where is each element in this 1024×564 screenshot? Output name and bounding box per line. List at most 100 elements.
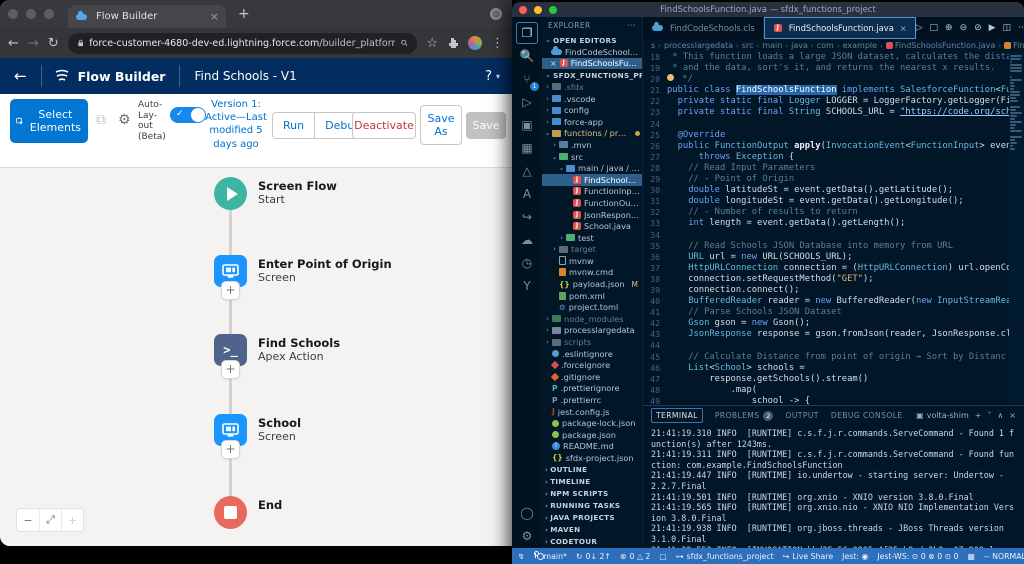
breadcrumb-item[interactable]: com <box>817 41 834 50</box>
tree-item[interactable]: ⌄functions / proc... <box>542 128 642 140</box>
terminal-dropdown-icon[interactable]: ˅ <box>987 411 991 420</box>
jest-icon[interactable]: Y <box>516 275 538 297</box>
breadcrumb-item[interactable]: src <box>742 41 754 50</box>
step-over-icon[interactable]: ⊕ <box>945 23 953 33</box>
new-terminal-icon[interactable]: + <box>975 411 982 420</box>
select-elements-button[interactable]: Select Elements <box>10 99 88 143</box>
close-window-button[interactable] <box>8 9 18 19</box>
run-icon[interactable]: ▷ <box>916 23 923 33</box>
resume-icon[interactable]: ▶ <box>989 23 996 33</box>
panel-tab-output[interactable]: OUTPUT <box>785 411 818 420</box>
explorer-icon[interactable]: ❐ <box>516 22 538 44</box>
back-icon[interactable]: ← <box>8 36 19 51</box>
tree-item[interactable]: {}payload.jsonM <box>542 278 642 290</box>
breadcrumb-item[interactable]: main <box>762 41 782 50</box>
problems-item[interactable]: ⊗0 △ 2 <box>620 552 650 561</box>
vscode-titlebar[interactable]: FindSchoolsFunction.java — sfdx_function… <box>512 2 1024 17</box>
tree-item[interactable]: .forceignore <box>542 359 642 371</box>
minimize-window-button[interactable] <box>26 9 36 19</box>
tree-item[interactable]: ›.vscode <box>542 93 642 105</box>
tab-close-icon[interactable]: × <box>210 10 219 23</box>
help-icon[interactable]: ? <box>485 69 496 84</box>
tree-item[interactable]: JSchool.java <box>542 220 642 232</box>
tree-item[interactable]: ›node_modules <box>542 313 642 325</box>
close-editor-icon[interactable]: × <box>550 59 557 68</box>
remote-explorer-icon[interactable]: ▣ <box>516 114 538 136</box>
add-element-button[interactable]: + <box>221 360 240 379</box>
live-share-item[interactable]: ↪Live Share <box>783 552 833 561</box>
tree-item[interactable]: ›scripts <box>542 336 642 348</box>
tree-item[interactable]: .gitignore <box>542 371 642 383</box>
close-panel-icon[interactable]: × <box>1009 411 1016 420</box>
editor-tab[interactable]: FindCodeSchools.cls <box>643 17 764 39</box>
zoom-page-icon[interactable] <box>401 38 408 48</box>
tree-item[interactable]: JJsonResponse.ja... <box>542 209 642 221</box>
tree-item[interactable]: ›config <box>542 104 642 116</box>
run-debug-icon[interactable]: ▷ <box>516 91 538 113</box>
breadcrumb-item[interactable]: FindSchoolsFunction <box>1004 41 1024 50</box>
tree-item[interactable]: P.prettierignore <box>542 383 642 395</box>
flow-settings-gear-icon[interactable]: ⚙ <box>118 112 131 128</box>
live-share-icon[interactable]: ↪ <box>516 206 538 228</box>
sidebar-section-codetour[interactable]: ›CODETOUR <box>542 536 642 548</box>
accounts-icon[interactable]: ◯ <box>516 502 538 524</box>
terminal-output[interactable]: 21:41:19.310 INFO [RUNTIME] c.s.f.j.r.co… <box>643 425 1024 548</box>
split-editor-icon[interactable]: ◫ <box>1003 23 1012 33</box>
code-editor[interactable]: 18 * This function loads a large JSON da… <box>643 52 1024 405</box>
git-branch-item[interactable]: main* <box>534 552 567 561</box>
extensions-puzzle-icon[interactable] <box>447 37 459 49</box>
window-item[interactable]: ▢ <box>659 552 666 561</box>
flow-node-start[interactable] <box>214 177 247 210</box>
more-actions-icon[interactable]: ⋯ <box>1018 23 1024 33</box>
panel-tab-debug-console[interactable]: DEBUG CONSOLE <box>831 411 903 420</box>
flow-back-icon[interactable]: ← <box>0 67 41 85</box>
tree-item[interactable]: JFindSchoolsFun... <box>542 174 642 186</box>
breadcrumb[interactable]: s›processlargedata›src›main›java›com›exa… <box>643 39 1024 52</box>
tree-item[interactable]: JFunctionInput.java <box>542 186 642 198</box>
tree-item[interactable]: P.prettierrc <box>542 394 642 406</box>
help-caret-icon[interactable]: ▾ <box>496 72 512 81</box>
tree-item[interactable]: iREADME.md <box>542 441 642 453</box>
tree-item[interactable]: ›force-app <box>542 116 642 128</box>
salesforce-icon[interactable]: A <box>516 183 538 205</box>
browser-tab[interactable]: Flow Builder × <box>68 5 226 28</box>
breadcrumb-item[interactable]: example <box>843 41 877 50</box>
source-control-icon[interactable]: ⑂1 <box>516 68 538 90</box>
jest-item[interactable]: Jest: ◉ <box>842 552 868 561</box>
flow-node-end[interactable] <box>214 496 247 529</box>
tree-item[interactable]: ›.sfdx <box>542 81 642 93</box>
step-out-icon[interactable]: ⊘ <box>974 23 982 33</box>
editor-tab[interactable]: JFindSchoolsFunction.java× <box>764 17 916 39</box>
browser-profile-icon[interactable] <box>490 8 502 20</box>
project-root-header[interactable]: ⌄ SFDX_FUNCTIONS_PROJECT <box>542 69 642 81</box>
maximize-panel-icon[interactable]: ∧ <box>997 411 1003 420</box>
remote-indicator[interactable]: ↯ <box>518 552 525 561</box>
zoom-window-button[interactable] <box>44 9 54 19</box>
tree-item[interactable]: .eslintignore <box>542 348 642 360</box>
tree-item[interactable]: package-lock.json <box>542 417 642 429</box>
sidebar-section-timeline[interactable]: ›TIMELINE <box>542 476 642 488</box>
panel-tab-terminal[interactable]: TERMINAL <box>651 408 703 423</box>
copy-elements-icon[interactable]: ⧉ <box>96 112 106 128</box>
browser-menu-icon[interactable]: ⋮ <box>491 36 504 51</box>
tree-item[interactable]: mvnw.cmd <box>542 267 642 279</box>
run-debug-icon[interactable]: □ <box>930 23 939 33</box>
flow-canvas[interactable]: Screen FlowStartEnter Point of OriginScr… <box>0 168 512 546</box>
sync-item[interactable]: ↻0↓ 2↑ <box>576 552 611 561</box>
project-item[interactable]: ⊶sfdx_functions_project <box>676 552 774 561</box>
breadcrumb-item[interactable]: java <box>791 41 808 50</box>
sidebar-section-maven[interactable]: ›MAVEN <box>542 524 642 536</box>
sidebar-section-outline[interactable]: ›OUTLINE <box>542 464 642 476</box>
tree-item[interactable]: ›target <box>542 244 642 256</box>
panel-tab-problems[interactable]: PROBLEMS2 <box>715 411 774 421</box>
shell-selector[interactable]: ▣volta-shim <box>916 411 969 420</box>
address-bar[interactable]: force-customer-4680-dev-ed.lightning.for… <box>68 33 418 54</box>
new-tab-button[interactable]: + <box>238 6 250 22</box>
close-tab-icon[interactable]: × <box>900 24 907 33</box>
sidebar-section-npm-scripts[interactable]: ›NPM SCRIPTS <box>542 488 642 500</box>
vim-mode-item[interactable]: -- NORMAL -- <box>984 552 1024 561</box>
grid-item[interactable]: ▦ <box>968 552 975 561</box>
tree-item[interactable]: ›.mvn <box>542 139 642 151</box>
org-cloud-icon[interactable]: ☁ <box>516 229 538 251</box>
jest-ws-item[interactable]: Jest-WS: ⊙ 0 ⊗ 0 ⊙ 0 <box>877 552 958 561</box>
